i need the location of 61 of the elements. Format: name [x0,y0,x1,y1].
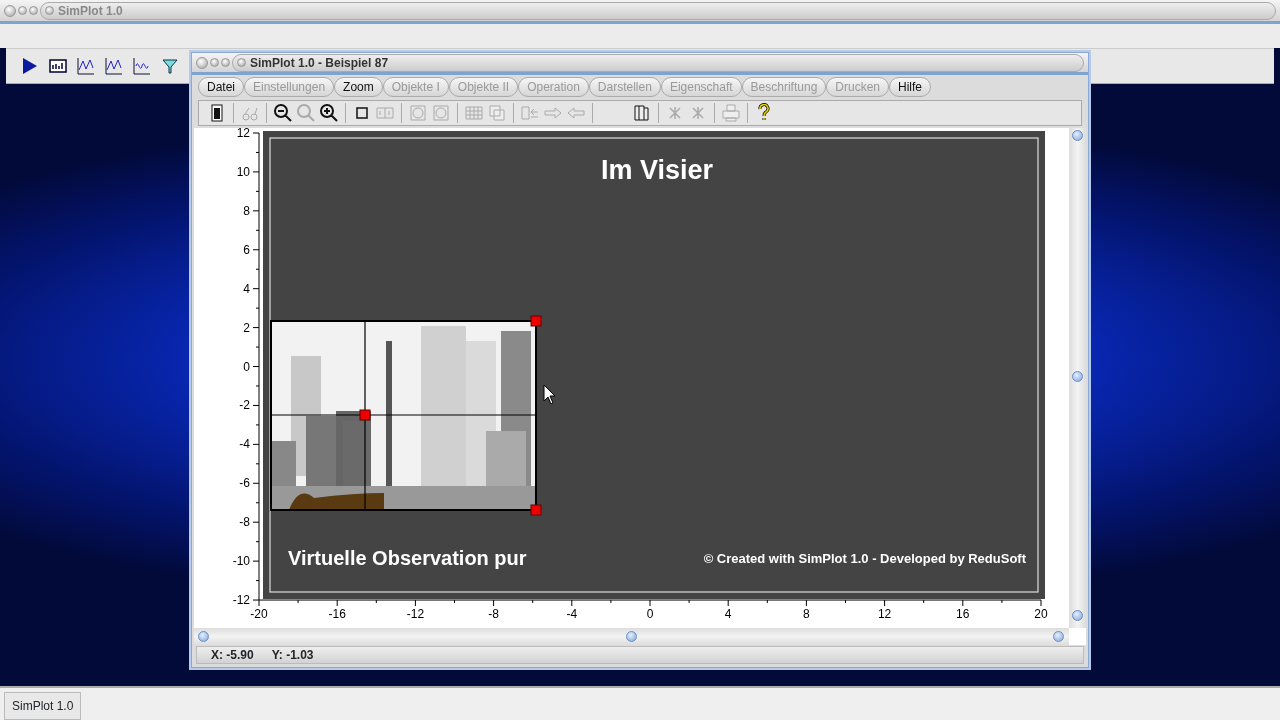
close-button[interactable] [4,4,16,17]
menu-item[interactable]: Zoom [334,77,383,97]
axis-label: 12 [877,607,892,622]
axis-label: -8 [488,607,499,622]
axis-label: -10 [232,554,250,569]
axis-label: 12 [236,128,250,140]
window-title: SimPlot 1.0 - Beispiel 87 [250,54,389,72]
credit-text: © Created with SimPlot 1.0 - Developed by ReduSoft [703,551,1026,566]
axis-label: 8 [243,203,250,218]
maximize-button[interactable] [221,58,230,67]
status-x: X: -5.90 [211,647,254,664]
window-title: SimPlot 1.0 [58,2,123,20]
axis-label: 4 [724,607,732,622]
graph-icon[interactable] [132,56,152,76]
zoom-in-icon[interactable] [319,103,339,123]
axis-label: 2 [243,320,250,335]
axis-label: 8 [803,607,810,622]
copy-icon[interactable] [632,103,652,123]
vertical-scrollbar[interactable] [1069,128,1086,628]
axis-label: 4 [243,281,250,296]
plot-subtitle: Virtuelle Observation pur [288,547,527,569]
axis-label: 0 [646,607,654,622]
axis-label: 16 [956,607,970,622]
axis-label: -4 [239,437,250,452]
menu-item[interactable]: Hilfe [889,77,931,97]
axis-label: -8 [239,515,250,530]
chart-icon[interactable] [48,56,68,76]
axis-label: 10 [236,164,250,179]
funnel-icon[interactable] [160,56,180,76]
axis-label: -6 [239,476,250,491]
minimize-button[interactable] [210,58,219,67]
window-icon [237,58,246,67]
axis-label: -2 [239,398,250,413]
axis-label: 20 [1034,607,1048,622]
menu-item[interactable]: Datei [198,77,244,97]
scroll-knob[interactable] [1053,631,1064,642]
axis-label: -20 [250,607,268,622]
minimize-button[interactable] [18,6,27,15]
maximize-button[interactable] [29,6,38,15]
selected-image-drawing[interactable] [270,315,542,516]
taskbar-item[interactable]: SimPlot 1.0 [4,692,82,720]
zoom-out-icon[interactable] [273,103,293,123]
axis-label: 6 [243,242,250,257]
axis-label: -12 [406,607,425,622]
scroll-knob[interactable] [198,631,209,642]
scroll-knob[interactable] [1072,610,1083,621]
status-y: Y: -1.03 [271,647,314,664]
scroll-knob[interactable] [626,631,637,642]
axis-label: -12 [232,593,250,608]
graph-icon[interactable] [104,56,124,76]
axis-label: -16 [328,607,346,622]
scroll-knob[interactable] [1072,130,1083,141]
axis-label: -4 [566,607,578,622]
close-button[interactable] [196,56,208,69]
plot-title: Im Visier [600,155,714,185]
cursor-icon [543,384,556,405]
window-icon [45,6,54,15]
graph-icon[interactable] [76,56,96,76]
horizontal-scrollbar[interactable] [194,628,1069,645]
scroll-knob[interactable] [1072,371,1083,382]
axis-label: 0 [243,359,250,374]
